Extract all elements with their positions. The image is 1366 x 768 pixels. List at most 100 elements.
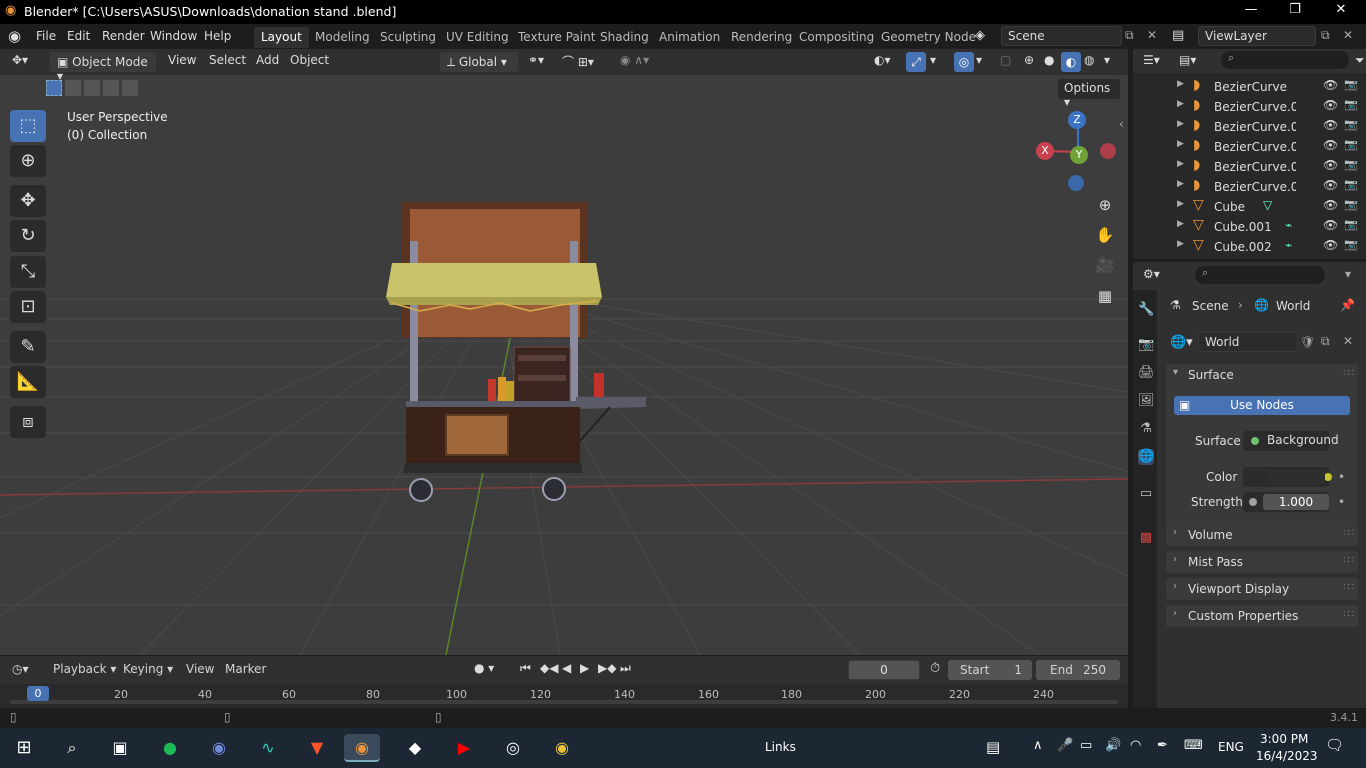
- scene-field[interactable]: Scene: [1001, 26, 1122, 46]
- render-camera-icon[interactable]: 📷: [1344, 98, 1358, 111]
- show-hidden-icons-icon[interactable]: ∧: [1033, 738, 1043, 753]
- outliner-row[interactable]: ▶ ◗ BezierCurve.002 👁 📷: [1133, 117, 1366, 137]
- expand-arrow-icon[interactable]: ▶: [1177, 199, 1184, 209]
- volume-icon[interactable]: 🔊: [1105, 738, 1121, 753]
- clock-date[interactable]: 16/4/2023: [1256, 749, 1318, 763]
- clock-time[interactable]: 3:00 PM: [1260, 732, 1308, 746]
- move-tool[interactable]: ✥: [10, 185, 46, 217]
- start-frame-field[interactable]: Start 1: [948, 660, 1032, 680]
- audio-app-icon[interactable]: ∿: [250, 734, 286, 762]
- end-frame-field[interactable]: End 250: [1036, 660, 1120, 680]
- world-datablock-icon[interactable]: 🌐▾: [1170, 335, 1193, 350]
- task-view-icon[interactable]: ▣: [102, 734, 138, 762]
- filter-icon[interactable]: ⏷: [1355, 53, 1365, 68]
- tab-animation[interactable]: Animation: [652, 27, 727, 48]
- select-box-tool[interactable]: ⬚: [10, 110, 46, 142]
- surface-shader-field[interactable]: Background: [1243, 431, 1339, 451]
- blender-menu-icon[interactable]: ◉: [8, 27, 21, 45]
- tab-texture-paint[interactable]: Texture Paint: [511, 27, 602, 48]
- discord-icon[interactable]: ◉: [201, 734, 237, 762]
- viewport-display-panel[interactable]: › Viewport Display ∷∷: [1166, 578, 1358, 600]
- expand-arrow-icon[interactable]: ▶: [1177, 219, 1184, 229]
- pin-icon[interactable]: 📌: [1340, 298, 1355, 312]
- outliner-row[interactable]: ▶ ◗ BezierCurve.005 👁 📷: [1133, 177, 1366, 197]
- expand-arrow-icon[interactable]: ▶: [1177, 159, 1184, 169]
- menu-file[interactable]: File: [36, 29, 56, 43]
- timeline-menu-view[interactable]: View: [186, 662, 214, 676]
- search-icon[interactable]: ⌕: [54, 734, 90, 762]
- gizmo-neg-x-axis[interactable]: [1100, 143, 1116, 159]
- gizmo-y-axis[interactable]: Y: [1070, 146, 1088, 164]
- youtube-icon[interactable]: ▶: [446, 734, 482, 762]
- select-new-icon[interactable]: [46, 80, 62, 96]
- new-scene-icon[interactable]: ⧉: [1125, 28, 1134, 43]
- wireframe-shading-icon[interactable]: ⊕: [1024, 53, 1034, 67]
- overlay-toggle-icon[interactable]: ◎: [954, 52, 974, 72]
- record-keyframe-icon[interactable]: ● ▾: [474, 661, 494, 675]
- world-tab-icon[interactable]: 🌐: [1138, 449, 1154, 465]
- strength-field[interactable]: 1.000: [1243, 492, 1329, 512]
- transform-tool[interactable]: ⊡: [10, 291, 46, 323]
- stopwatch-icon[interactable]: ⏱: [930, 661, 940, 676]
- scene-tab-icon[interactable]: ⚗: [1138, 421, 1154, 437]
- microphone-icon[interactable]: 🎤: [1057, 738, 1073, 753]
- outliner-search-input[interactable]: ⌕: [1221, 51, 1349, 69]
- viewport-menu-view[interactable]: View: [168, 53, 196, 67]
- annotate-tool[interactable]: ✎: [10, 331, 46, 363]
- new-view-layer-icon[interactable]: ⧉: [1321, 28, 1330, 43]
- outliner-editor-icon[interactable]: ☰▾: [1143, 53, 1160, 67]
- overlay-dropdown-icon[interactable]: ▾: [976, 53, 982, 67]
- snap-icon[interactable]: ⌒ ⊞▾: [562, 53, 594, 70]
- menu-help[interactable]: Help: [204, 29, 231, 43]
- visibility-eye-icon[interactable]: 👁: [1323, 218, 1338, 232]
- obs-icon[interactable]: ◎: [495, 734, 531, 762]
- mist-pass-panel[interactable]: › Mist Pass ∷∷: [1166, 551, 1358, 573]
- color-field[interactable]: [1243, 467, 1332, 487]
- drag-handle-icon[interactable]: ∷∷: [1343, 368, 1354, 379]
- properties-editor-icon[interactable]: ⚙▾: [1143, 267, 1160, 281]
- select-intersect-icon[interactable]: [122, 80, 138, 96]
- outliner-row[interactable]: ▶ ◗ BezierCurve.001 👁 📷: [1133, 97, 1366, 117]
- tab-shading[interactable]: Shading: [593, 27, 656, 48]
- notifications-icon[interactable]: 🗨: [1325, 736, 1344, 754]
- close-window-button[interactable]: ✕: [1318, 2, 1364, 22]
- custom-properties-panel[interactable]: › Custom Properties ∷∷: [1166, 605, 1358, 627]
- select-subtract-icon[interactable]: [84, 80, 100, 96]
- outliner-row[interactable]: ▶ ▽ Cube.001 ⌁ 👁 📷: [1133, 217, 1366, 237]
- tab-sculpting[interactable]: Sculpting: [373, 27, 443, 48]
- gizmo-dropdown-icon[interactable]: ▾: [930, 53, 936, 67]
- view-layer-icon[interactable]: ▤: [1172, 28, 1184, 43]
- render-camera-icon[interactable]: 📷: [1344, 78, 1358, 91]
- view-layer-tab-icon[interactable]: 🖼: [1138, 393, 1155, 409]
- tool-tab-icon[interactable]: 🔧: [1138, 302, 1154, 318]
- add-cube-tool[interactable]: ⧈: [10, 406, 46, 438]
- proportional-edit-icon[interactable]: ◉ ∧▾: [620, 53, 649, 67]
- donation-stand-model[interactable]: [386, 202, 646, 502]
- view-layer-field[interactable]: ViewLayer: [1198, 26, 1316, 46]
- outliner-row[interactable]: ▶ ▽ Cube ▽ 👁 📷: [1133, 197, 1366, 217]
- use-nodes-button[interactable]: ▣ Use Nodes: [1174, 396, 1350, 415]
- texture-tab-icon[interactable]: ▩: [1138, 530, 1154, 546]
- timeline-menu-marker[interactable]: Marker: [225, 662, 266, 676]
- keyboard-icon[interactable]: ⌨: [1184, 738, 1203, 753]
- gizmo-z-axis[interactable]: Z: [1068, 111, 1086, 129]
- wifi-icon[interactable]: ◠: [1130, 738, 1141, 753]
- play-icon[interactable]: ▶: [580, 661, 589, 675]
- unlink-world-icon[interactable]: ✕: [1343, 334, 1353, 348]
- transform-orientation[interactable]: ⟂ Global ▾: [440, 52, 518, 72]
- render-tab-icon[interactable]: 📷: [1138, 337, 1154, 353]
- expand-arrow-icon[interactable]: ▶: [1177, 119, 1184, 129]
- drag-handle-icon[interactable]: ∷∷: [1343, 609, 1354, 620]
- ortho-toggle-icon[interactable]: ▦: [1092, 283, 1118, 309]
- solid-shading-icon[interactable]: ●: [1044, 53, 1054, 67]
- scene-selector-icon[interactable]: ◈: [975, 28, 985, 43]
- expand-arrow-icon[interactable]: ▶: [1177, 99, 1184, 109]
- visibility-eye-icon[interactable]: 👁: [1323, 158, 1338, 172]
- collection-tab-icon[interactable]: ▭: [1138, 486, 1154, 502]
- language-indicator[interactable]: ENG: [1218, 740, 1244, 754]
- strength-value[interactable]: 1.000: [1263, 494, 1329, 510]
- surface-panel-title[interactable]: Surface: [1188, 368, 1234, 382]
- visibility-eye-icon[interactable]: 👁: [1323, 118, 1338, 132]
- material-preview-icon[interactable]: ◐: [1061, 52, 1081, 72]
- display-mode-icon[interactable]: ▤▾: [1179, 53, 1196, 67]
